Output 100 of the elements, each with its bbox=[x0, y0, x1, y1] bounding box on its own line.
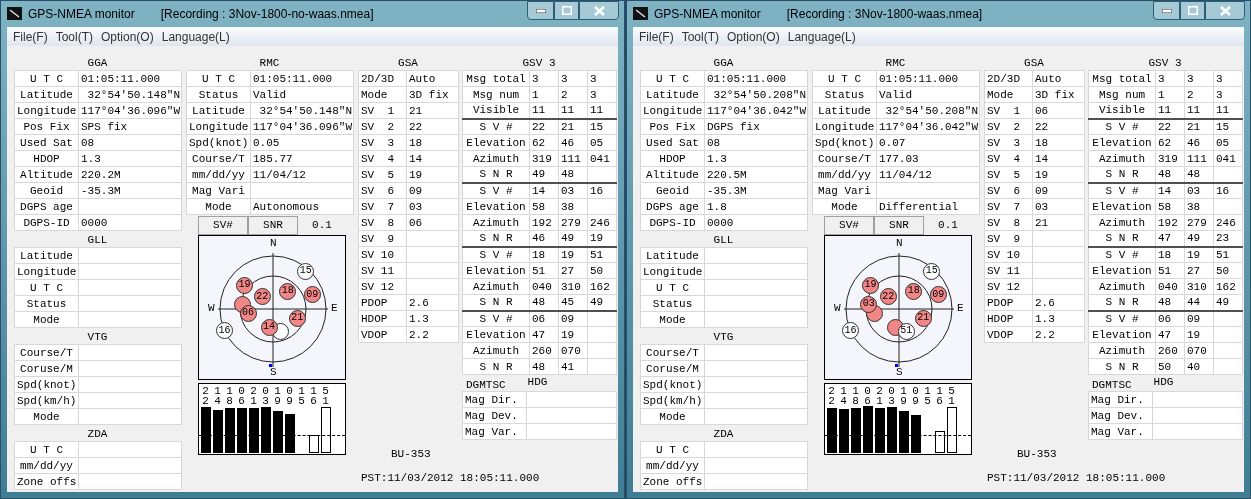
field-value: 27 bbox=[558, 262, 588, 279]
field-label: Status bbox=[186, 86, 251, 103]
field-value: 319 bbox=[1155, 150, 1185, 167]
close-button[interactable] bbox=[1205, 1, 1245, 20]
menu-item[interactable]: File(F) bbox=[639, 27, 674, 46]
field-label: U T C bbox=[640, 279, 705, 296]
field-value: 162 bbox=[1213, 278, 1243, 295]
field-value: 111 bbox=[1184, 150, 1214, 167]
field-value: 1.3 bbox=[1032, 310, 1085, 327]
field-label: Latitude bbox=[186, 102, 251, 119]
field-value: 192 bbox=[529, 214, 559, 231]
tab[interactable]: SNR bbox=[248, 216, 298, 235]
field-label: mm/dd/yy bbox=[812, 166, 877, 183]
field-label: Latitude bbox=[640, 86, 705, 103]
menu-item[interactable]: File(F) bbox=[13, 27, 48, 46]
field-value: 18 bbox=[529, 246, 559, 263]
field-label: HDOP bbox=[358, 310, 407, 327]
field-value: 3 bbox=[1213, 70, 1243, 87]
field-label: SV 9 bbox=[984, 230, 1033, 247]
field-value: 03 bbox=[558, 182, 588, 199]
field-label: Spd(knot) bbox=[640, 376, 705, 393]
tab[interactable]: SNR bbox=[874, 216, 924, 235]
bar-label: 09 bbox=[912, 386, 919, 406]
field-label: U T C bbox=[812, 70, 877, 87]
bar-label: 19 bbox=[900, 386, 907, 406]
field-label: SV 6 bbox=[984, 182, 1033, 199]
field-label: Mode bbox=[640, 408, 705, 425]
field-label: S V # bbox=[1088, 182, 1156, 199]
satellite-marker: 15 bbox=[297, 262, 315, 280]
field-value: 19 bbox=[1032, 166, 1085, 183]
field-value: 040 bbox=[529, 278, 559, 295]
menu-item[interactable]: Language(L) bbox=[161, 27, 230, 46]
field-label: S V # bbox=[462, 246, 530, 263]
field-label: S V # bbox=[1088, 118, 1156, 135]
field-value: 51 bbox=[1155, 262, 1185, 279]
field-value: 3D fix bbox=[1032, 86, 1085, 103]
field-label: Mag Vari bbox=[812, 182, 877, 199]
field-label: Azimuth bbox=[462, 278, 530, 295]
field-label: SV 5 bbox=[984, 166, 1033, 183]
field-label: S N R bbox=[1088, 294, 1156, 311]
field-value: 040 bbox=[1155, 278, 1185, 295]
field-value: 111 bbox=[558, 150, 588, 167]
field-value: 11/04/12 bbox=[250, 166, 354, 183]
field-label: Visible bbox=[1088, 102, 1156, 119]
field-label: SV 2 bbox=[358, 118, 407, 135]
field-label: Spd(km/h) bbox=[640, 392, 705, 409]
section-title: RMC bbox=[258, 56, 281, 70]
field-value: 1.3 bbox=[78, 150, 182, 167]
bar-label: 16 bbox=[310, 386, 317, 406]
field-label: Elevation bbox=[1088, 198, 1156, 215]
field-label: S N R bbox=[462, 294, 530, 311]
bar-label: 22 bbox=[828, 386, 835, 406]
field-value: 279 bbox=[558, 214, 588, 231]
field-label: Mode bbox=[812, 198, 877, 215]
field-value: 16 bbox=[1213, 182, 1243, 199]
field-label: SV 11 bbox=[358, 262, 407, 279]
maximize-button[interactable] bbox=[554, 1, 579, 20]
section-title: GSV 3 bbox=[521, 56, 557, 70]
field-value: 1 bbox=[1155, 86, 1185, 103]
field-value: 01:05:11.000 bbox=[876, 70, 980, 87]
field-label: U T C bbox=[14, 70, 79, 87]
field-label: S V # bbox=[1088, 310, 1156, 327]
field-label: Course/T bbox=[186, 150, 251, 167]
field-label: Course/T bbox=[812, 150, 877, 167]
minimize-button[interactable] bbox=[1153, 1, 1180, 20]
satellite-marker: 16 bbox=[842, 322, 860, 340]
tab[interactable]: SV# bbox=[198, 216, 248, 235]
minimize-button[interactable] bbox=[527, 1, 554, 20]
field-value: 3 bbox=[1155, 70, 1185, 87]
menu-item[interactable]: Language(L) bbox=[787, 27, 856, 46]
field-label: Mag Dev. bbox=[462, 407, 527, 424]
field-label: Geoid bbox=[14, 182, 79, 199]
tab[interactable]: SV# bbox=[824, 216, 874, 235]
section-title: VTG bbox=[712, 330, 735, 344]
maximize-button[interactable] bbox=[1180, 1, 1205, 20]
field-value: 185.77 bbox=[250, 150, 354, 167]
field-label: Longitude bbox=[640, 102, 705, 119]
field-value: 08 bbox=[78, 134, 182, 151]
field-label: DGPS-ID bbox=[14, 214, 79, 231]
satellite-marker: 09 bbox=[303, 286, 321, 304]
bar-label: 21 bbox=[876, 386, 883, 406]
field-value: 14 bbox=[406, 150, 459, 167]
field-label: SV 7 bbox=[358, 198, 407, 215]
field-label: 2D/3D bbox=[358, 70, 407, 87]
close-button[interactable] bbox=[579, 1, 619, 20]
menu-item[interactable]: Option(O) bbox=[727, 27, 780, 46]
menu-item[interactable]: Tool(T) bbox=[681, 27, 719, 46]
section-title: GLL bbox=[86, 233, 109, 247]
field-value: 50 bbox=[1213, 262, 1243, 279]
bar-label: 18 bbox=[226, 386, 233, 406]
field-label: SV 9 bbox=[358, 230, 407, 247]
menu-item[interactable]: Option(O) bbox=[101, 27, 154, 46]
field-label: SV 1 bbox=[358, 102, 407, 119]
direction-label: E bbox=[331, 302, 338, 315]
bar-label: 03 bbox=[262, 386, 269, 406]
menu-item[interactable]: Tool(T) bbox=[55, 27, 93, 46]
field-value: 070 bbox=[558, 342, 588, 359]
close-icon bbox=[593, 5, 605, 16]
field-label: S N R bbox=[462, 166, 530, 183]
field-value: 22 bbox=[1155, 118, 1185, 135]
